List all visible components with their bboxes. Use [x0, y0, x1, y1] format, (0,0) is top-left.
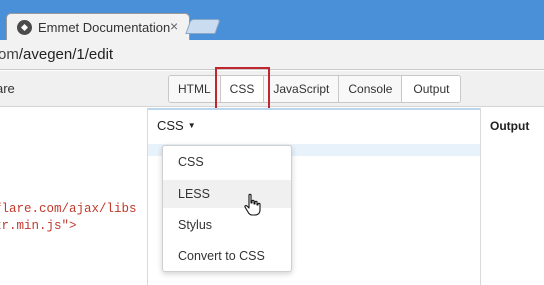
panel-tabs: HTML CSS JavaScript Console Output: [168, 75, 462, 103]
editor-toolbar: are HTML CSS JavaScript Console Output: [0, 71, 544, 107]
code-line: zr.min.js">: [0, 219, 77, 233]
output-panel: Output: [481, 108, 544, 285]
dropdown-option-css[interactable]: CSS: [163, 148, 291, 176]
hand-pointer-icon: [244, 193, 261, 216]
css-panel-top-border: [148, 108, 480, 110]
url-host-fragment: om: [0, 46, 19, 63]
tab-close-icon[interactable]: ×: [170, 18, 178, 34]
caret-down-icon: ▼: [187, 121, 196, 130]
toolbar-left-label[interactable]: are: [0, 81, 15, 96]
browser-tab-title: Emmet Documentation: [38, 20, 171, 35]
browser-tab[interactable]: Emmet Documentation ×: [6, 13, 190, 40]
url-text[interactable]: om/avegen/1/edit: [0, 46, 113, 63]
output-panel-title: Output: [490, 119, 530, 133]
tab-css[interactable]: CSS: [220, 76, 265, 102]
dropdown-option-stylus[interactable]: Stylus: [163, 211, 291, 239]
preprocessor-label: CSS: [157, 118, 184, 133]
html-panel[interactable]: flare.com/ajax/libs zr.min.js">: [0, 108, 147, 285]
code-line: flare.com/ajax/libs: [0, 202, 137, 216]
browser-tab-strip: Emmet Documentation ×: [0, 0, 544, 40]
url-path: /avegen/1/edit: [18, 46, 114, 63]
tab-javascript[interactable]: JavaScript: [264, 76, 340, 102]
preprocessor-dropdown: CSS LESS Stylus Convert to CSS: [162, 145, 292, 272]
tab-console[interactable]: Console: [339, 76, 403, 102]
dropdown-option-less[interactable]: LESS: [163, 180, 291, 208]
new-tab-button[interactable]: [185, 19, 221, 34]
tab-html[interactable]: HTML: [169, 76, 221, 102]
preprocessor-selector[interactable]: CSS ▼: [157, 118, 196, 133]
dropdown-option-convert-to-css[interactable]: Convert to CSS: [163, 242, 291, 270]
tab-output[interactable]: Output: [402, 76, 461, 102]
emmet-logo-icon: [17, 20, 32, 35]
address-bar[interactable]: om/avegen/1/edit: [0, 40, 544, 70]
